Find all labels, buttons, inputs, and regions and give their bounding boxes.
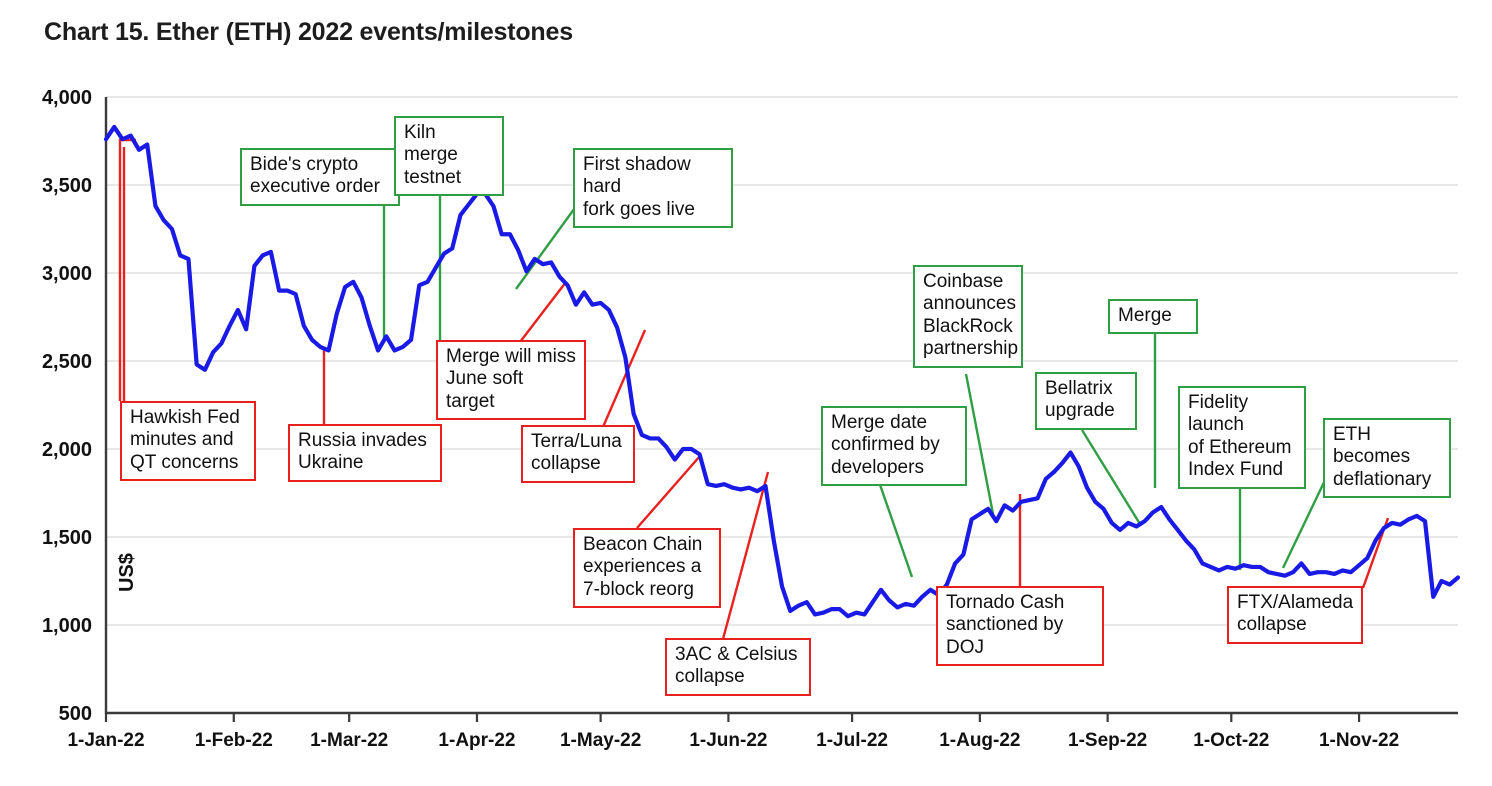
annotation-bellatrix-upgrade[interactable]: Bellatrix upgrade (1035, 372, 1137, 430)
leader-3ac-celsius-collapse (721, 471, 770, 640)
y-tick-label: 2,000 (42, 439, 92, 461)
chart-container: Chart 15. Ether (ETH) 2022 events/milest… (0, 0, 1492, 786)
x-tick-label: 1-Jul-22 (816, 730, 888, 751)
leader-terra-luna-collapse (601, 329, 647, 428)
y-tick-label: 3,000 (42, 263, 92, 285)
annotation-merge[interactable]: Merge (1108, 299, 1198, 335)
y-tick-labels: 4,000 3,500 3,000 2,500 2,000 1,500 1,000 500 (42, 87, 92, 725)
annotation-beacon-chain-reorg[interactable]: Beacon Chain experiences a 7-block reorg (573, 528, 721, 609)
annotation-tornado-cash-sanctioned[interactable]: Tornado Cash sanctioned by DOJ (936, 586, 1104, 667)
annotation-first-shadow-hard-fork[interactable]: First shadow hard fork goes live (573, 148, 733, 229)
annotation-terra-luna-collapse[interactable]: Terra/Luna collapse (521, 425, 635, 483)
leader-merge-miss-june-target (519, 281, 567, 343)
page-title: Chart 15. Ether (ETH) 2022 events/milest… (44, 18, 573, 46)
x-tick-label: 1-May-22 (560, 730, 641, 751)
annotation-kiln-merge-testnet[interactable]: Kiln merge testnet (394, 116, 504, 197)
x-tick-label: 1-Jun-22 (689, 730, 767, 751)
y-tick-label: 3,500 (42, 175, 92, 197)
y-tick-label: 4,000 (42, 87, 92, 109)
annotation-coinbase-blackrock[interactable]: Coinbase announces BlackRock partnership (913, 265, 1023, 368)
x-tick-label: 1-Aug-22 (939, 730, 1020, 751)
x-tick-labels: 1-Jan-22 1-Feb-22 1-Mar-22 1-Apr-22 1-May-22… (67, 713, 1399, 751)
leader-first-shadow-hard-fork (515, 204, 578, 290)
annotation-merge-date-confirmed[interactable]: Merge date confirmed by developers (821, 406, 967, 487)
leader-bellatrix-upgrade (1080, 429, 1142, 525)
annotation-bidens-crypto-order[interactable]: Bide's crypto executive order (240, 148, 400, 206)
leader-merge-date-confirmed (875, 475, 914, 578)
y-tick-label: 1,500 (42, 527, 92, 549)
leader-beacon-chain-reorg (636, 455, 701, 529)
annotation-russia-invades-ukraine[interactable]: Russia invades Ukraine (288, 424, 442, 482)
x-tick-label: 1-Sep-22 (1068, 730, 1147, 751)
y-tick-label: 1,000 (42, 615, 92, 637)
x-tick-label: 1-Apr-22 (438, 730, 515, 751)
x-tick-label: 1-Mar-22 (310, 730, 388, 751)
y-tick-label: 500 (59, 703, 92, 725)
x-tick-label: 1-Jan-22 (67, 730, 144, 751)
x-tick-label: 1-Nov-22 (1319, 730, 1399, 751)
annotation-merge-miss-june-target[interactable]: Merge will miss June soft target (436, 340, 586, 421)
x-tick-label: 1-Feb-22 (195, 730, 273, 751)
annotation-hawkish-fed[interactable]: Hawkish Fed minutes and QT concerns (120, 401, 256, 482)
annotation-fidelity-eth-index-fund[interactable]: Fidelity launch of Ethereum Index Fund (1178, 386, 1306, 489)
y-tick-label: 2,500 (42, 351, 92, 373)
annotation-ftx-alameda-collapse[interactable]: FTX/Alameda collapse (1227, 586, 1363, 644)
x-tick-label: 1-Oct-22 (1193, 730, 1269, 751)
annotation-eth-becomes-deflationary[interactable]: ETH becomes deflationary (1323, 418, 1451, 499)
leader-hawkish-fed-bracket (118, 138, 136, 401)
y-axis-title: US$ (116, 553, 138, 592)
leader-eth-becomes-deflationary (1281, 475, 1329, 569)
leader-coinbase-blackrock (964, 373, 996, 520)
annotation-3ac-celsius-collapse[interactable]: 3AC & Celsius collapse (665, 638, 811, 696)
